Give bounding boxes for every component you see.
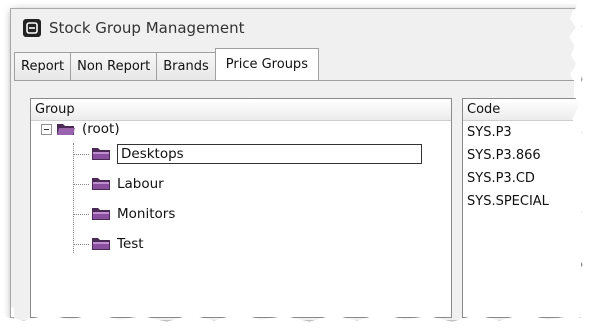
group-tree-panel: Group (root) Desktops Labour Monitors Te…: [30, 98, 452, 318]
code-column-header[interactable]: Code: [463, 99, 581, 121]
window-title: Stock Group Management: [49, 19, 245, 37]
folder-icon: [92, 178, 110, 190]
tab-non-report[interactable]: Non Report: [70, 52, 158, 80]
folder-icon: [92, 238, 110, 250]
tree-node-label-selected: Desktops: [117, 144, 422, 164]
tab-brands[interactable]: Brands: [156, 52, 216, 80]
tree-connector: [73, 154, 89, 155]
folder-icon: [92, 148, 110, 160]
tab-report[interactable]: Report: [14, 52, 72, 80]
code-row[interactable]: SYS.SPECIAL: [463, 190, 581, 213]
tree-connector-vertical: [73, 143, 74, 253]
tab-price-groups[interactable]: Price Groups: [214, 48, 319, 80]
tree-connector: [73, 244, 89, 245]
tree-node-label: Test: [117, 236, 144, 252]
code-list-panel: Code SYS.P3 SYS.P3.866 SYS.P3.CD SYS.SPE…: [462, 98, 582, 318]
code-row[interactable]: SYS.P3.866: [463, 144, 581, 167]
tree-node-monitors[interactable]: Monitors: [91, 203, 175, 225]
tree-connector: [73, 214, 89, 215]
tree-node-label: Labour: [117, 176, 164, 192]
tab-strip: Report Non Report Brands Price Groups: [14, 48, 319, 80]
tree-node-test[interactable]: Test: [91, 233, 144, 255]
code-row[interactable]: SYS.P3: [463, 121, 581, 144]
folder-icon: [92, 208, 110, 220]
app-logo-icon: [23, 19, 41, 37]
tree-connector: [73, 184, 89, 185]
tree-node-label: (root): [82, 121, 120, 137]
tree-node-label: Monitors: [117, 206, 176, 222]
tree-node-desktops[interactable]: Desktops: [91, 143, 422, 165]
tree-node-labour[interactable]: Labour: [91, 173, 164, 195]
title-bar: Stock Group Management: [11, 9, 581, 47]
collapse-minus-icon[interactable]: [41, 123, 52, 135]
tree-node-root[interactable]: (root): [41, 118, 120, 140]
folder-open-icon: [57, 124, 75, 135]
code-row[interactable]: SYS.P3.CD: [463, 167, 581, 190]
